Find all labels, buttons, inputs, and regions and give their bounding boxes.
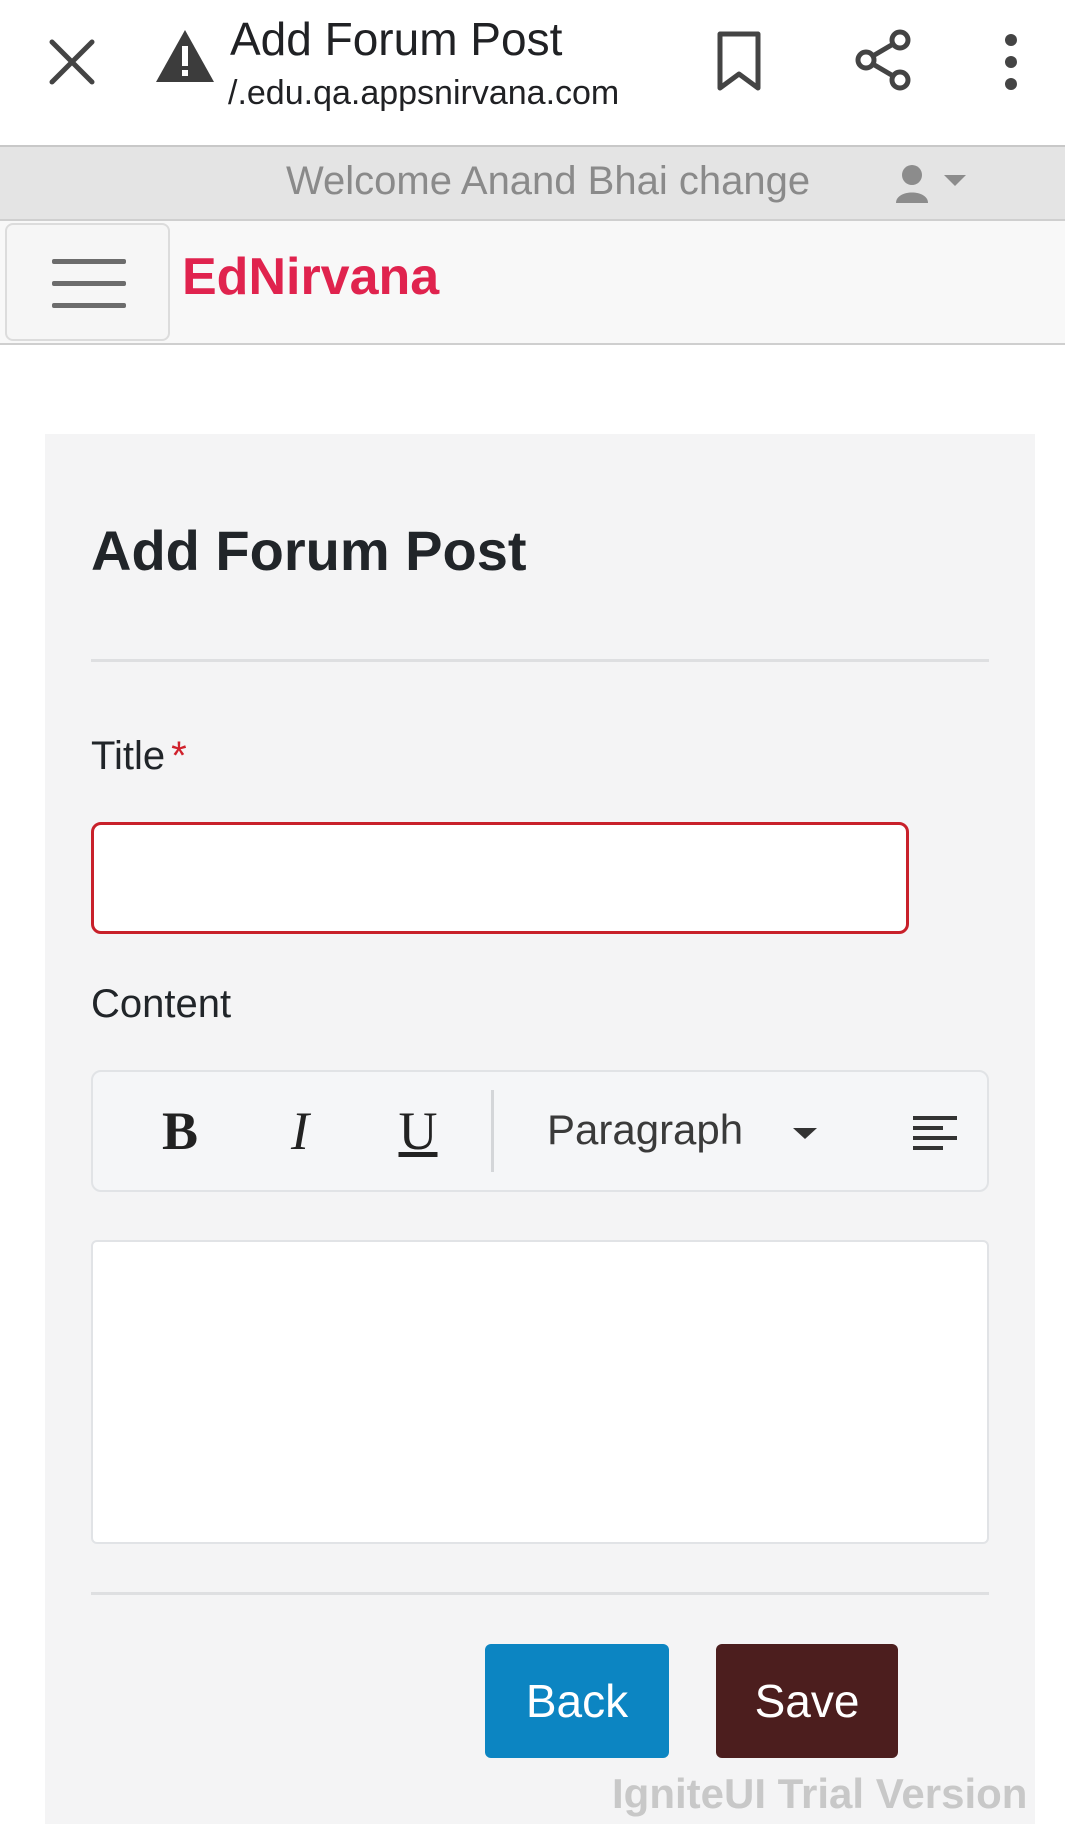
toolbar-separator: [491, 1090, 494, 1172]
welcome-text: Welcome Anand Bhai change: [286, 159, 811, 203]
warning-icon[interactable]: [154, 28, 216, 84]
back-button[interactable]: Back: [485, 1644, 669, 1758]
page-title: Add Forum Post: [91, 519, 527, 582]
align-left-icon[interactable]: [913, 1112, 957, 1152]
bold-icon: B: [161, 1101, 199, 1161]
navbar: EdNirvana: [0, 221, 1065, 345]
bookmark-icon[interactable]: [712, 30, 766, 92]
block-format-select[interactable]: Paragraph: [547, 1106, 743, 1154]
italic-icon: I: [291, 1101, 309, 1161]
share-icon[interactable]: [852, 28, 914, 92]
bold-button[interactable]: B: [145, 1096, 215, 1166]
user-menu-icon[interactable]: [894, 161, 974, 209]
browser-page-title: Add Forum Post: [230, 13, 563, 65]
title-input[interactable]: [91, 822, 909, 934]
brand-logo[interactable]: EdNirvana: [182, 247, 439, 307]
divider: [91, 1592, 989, 1595]
title-label-text: Title: [91, 734, 166, 778]
title-label: Title *: [91, 734, 187, 779]
italic-button[interactable]: I: [265, 1096, 335, 1166]
required-marker: *: [171, 734, 187, 778]
hamburger-icon: [52, 303, 126, 308]
divider: [91, 659, 989, 662]
trial-watermark: IgniteUI Trial Version: [612, 1770, 1028, 1817]
menu-toggle-button[interactable]: [5, 223, 170, 341]
editor-toolbar: B I U Paragraph: [91, 1070, 989, 1192]
welcome-bar: Welcome Anand Bhai change: [0, 145, 1065, 221]
browser-toolbar: Add Forum Post /.edu.qa.appsnirvana.com: [0, 0, 1065, 145]
content-label: Content: [91, 982, 232, 1026]
more-vert-icon[interactable]: [1000, 32, 1022, 92]
save-button[interactable]: Save: [716, 1644, 898, 1758]
hamburger-icon: [52, 259, 126, 264]
hamburger-icon: [52, 281, 126, 286]
underline-button[interactable]: U: [383, 1096, 453, 1166]
browser-url[interactable]: /.edu.qa.appsnirvana.com: [228, 74, 648, 113]
chevron-down-icon[interactable]: [793, 1128, 817, 1139]
close-icon[interactable]: [44, 34, 100, 90]
content-editor[interactable]: [91, 1240, 989, 1544]
form-card: Add Forum Post Title * Content B I U Para…: [45, 434, 1035, 1824]
underline-icon: U: [398, 1101, 438, 1161]
